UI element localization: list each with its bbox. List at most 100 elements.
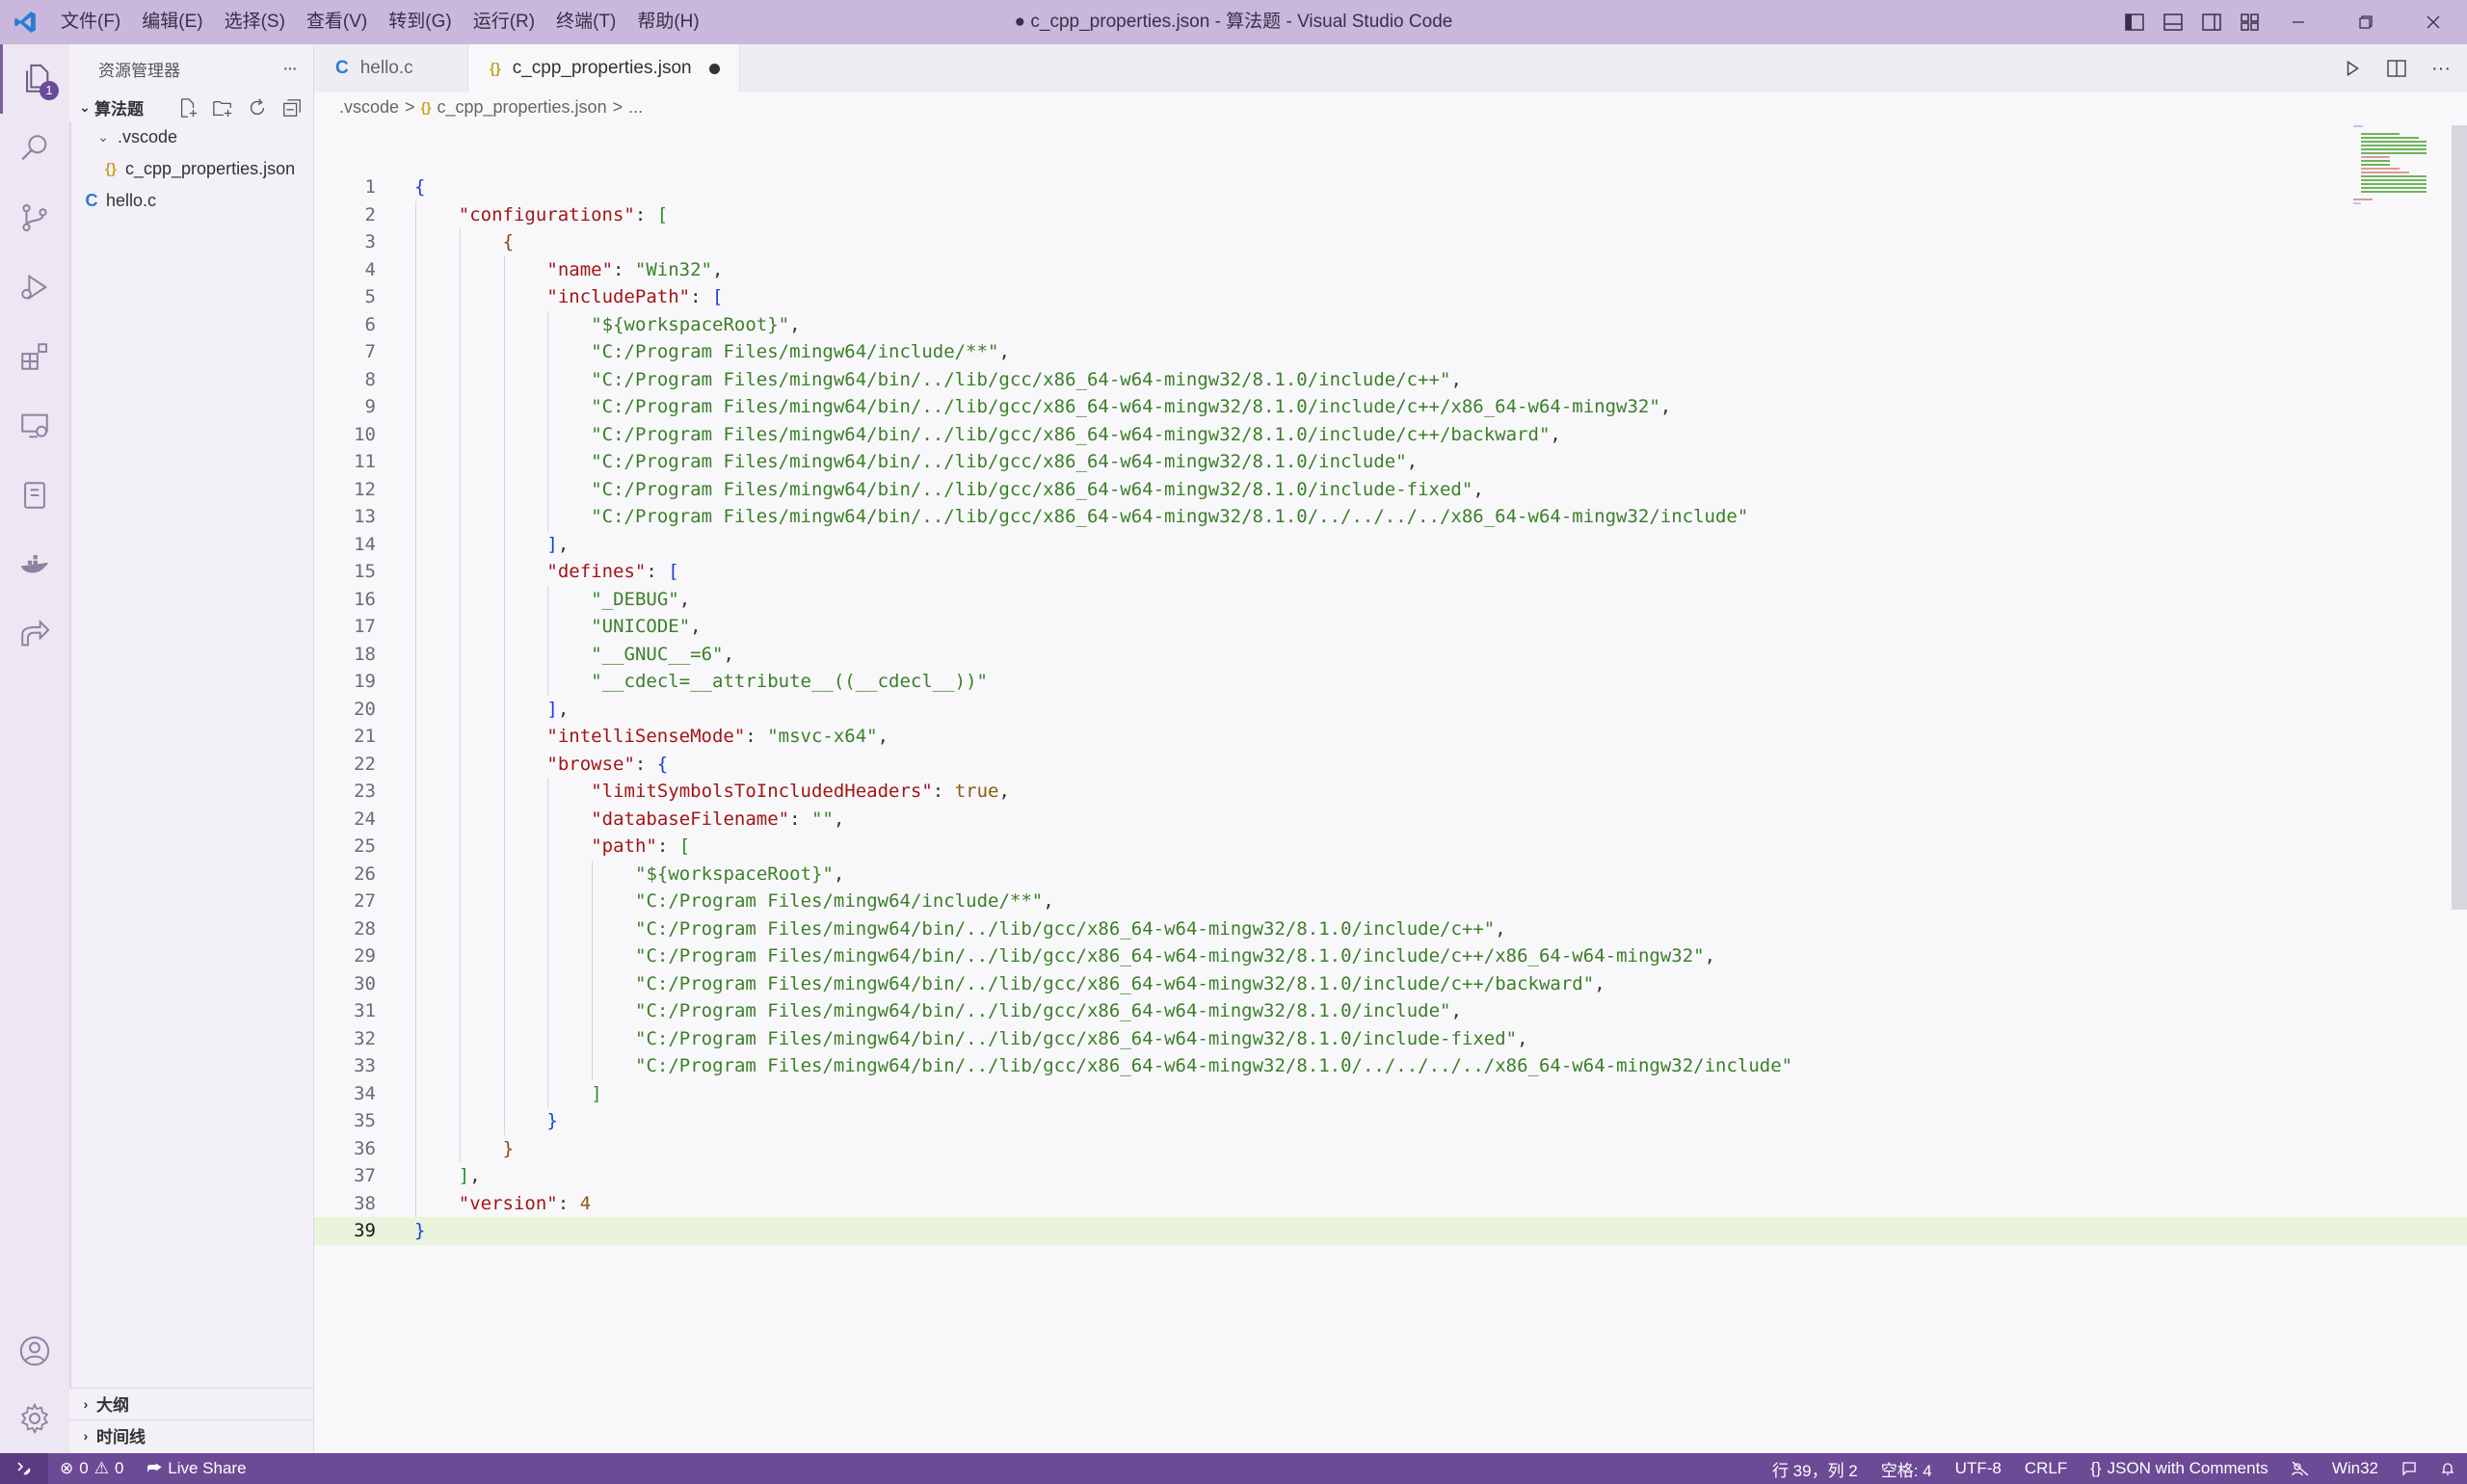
menu-file[interactable]: 文件(F) (50, 6, 131, 39)
cpp-configuration[interactable]: Win32 (2321, 1453, 2390, 1484)
code-line[interactable]: 5 "includePath": [ (314, 283, 2467, 311)
outline-section[interactable]: › 大纲 (69, 1388, 313, 1418)
code-line[interactable]: 24 "databaseFilename": "", (314, 805, 2467, 833)
code-line[interactable]: 17 "UNICODE", (314, 613, 2467, 641)
toggle-secondary-sidebar-icon[interactable] (2197, 8, 2226, 37)
no-sync-icon[interactable] (2280, 1453, 2321, 1484)
code-line[interactable]: 19 "__cdecl=__attribute__((__cdecl__))" (314, 668, 2467, 696)
code-line[interactable]: 7 "C:/Program Files/mingw64/include/**", (314, 338, 2467, 366)
code-line[interactable]: 1{ (314, 173, 2467, 201)
notifications-bell-icon[interactable] (2428, 1453, 2467, 1484)
toggle-panel-icon[interactable] (2159, 8, 2188, 37)
code-line[interactable]: 14], (314, 530, 2467, 558)
vertical-scrollbar[interactable] (2452, 125, 2467, 1453)
code-line[interactable]: 30 "C:/Program Files/mingw64/bin/../lib/g… (314, 969, 2467, 997)
tab-c-cpp-properties[interactable]: {} c_cpp_properties.json (468, 44, 740, 93)
code-line[interactable]: 25 "path": [ (314, 833, 2467, 861)
problems-indicator[interactable]: ⊗ 0 ⚠ 0 (48, 1453, 135, 1484)
code-line[interactable]: 12 "C:/Program Files/mingw64/bin/../lib/g… (314, 475, 2467, 503)
collapse-all-icon[interactable] (279, 95, 305, 120)
more-actions-icon[interactable]: ··· (2427, 54, 2455, 83)
menu-terminal[interactable]: 终端(T) (545, 6, 626, 39)
menu-run[interactable]: 运行(R) (463, 6, 545, 39)
language-mode[interactable]: {} JSON with Comments (2079, 1453, 2280, 1484)
code-line[interactable]: 27 "C:/Program Files/mingw64/include/**", (314, 888, 2467, 915)
tab-hello-c[interactable]: C hello.c (314, 44, 468, 93)
settings-gear-icon[interactable] (0, 1384, 69, 1453)
code-line[interactable]: 29 "C:/Program Files/mingw64/bin/../lib/g… (314, 942, 2467, 970)
breadcrumb-symbols[interactable]: ... (628, 97, 643, 118)
menu-view[interactable]: 查看(V) (296, 6, 378, 39)
code-line[interactable]: 3{ (314, 228, 2467, 256)
refresh-icon[interactable] (244, 95, 271, 120)
code-line[interactable]: 4 "name": "Win32", (314, 255, 2467, 283)
code-line[interactable]: 38 "version": 4 (314, 1189, 2467, 1217)
code-line[interactable]: 26 "${workspaceRoot}", (314, 860, 2467, 888)
live-share-icon[interactable] (0, 599, 69, 669)
cursor-position[interactable]: 行 39，列 2 (1761, 1453, 1870, 1484)
code-line[interactable]: 39} (314, 1217, 2467, 1245)
menu-help[interactable]: 帮助(H) (626, 6, 709, 39)
code-line[interactable]: 15 "defines": [ (314, 558, 2467, 586)
accounts-icon[interactable] (0, 1316, 69, 1386)
code-line[interactable]: 8 "C:/Program Files/mingw64/bin/../lib/gc… (314, 365, 2467, 393)
code-line[interactable]: 21 "intelliSenseMode": "msvc-x64", (314, 723, 2467, 751)
source-control-icon[interactable] (0, 183, 69, 252)
code-line[interactable]: 36} (314, 1134, 2467, 1162)
run-icon[interactable] (2338, 54, 2367, 83)
code-line[interactable]: 34] (314, 1079, 2467, 1107)
code-line[interactable]: 9 "C:/Program Files/mingw64/bin/../lib/gc… (314, 393, 2467, 421)
feedback-icon[interactable] (2390, 1453, 2428, 1484)
toggle-primary-sidebar-icon[interactable] (2120, 8, 2149, 37)
breadcrumb-file[interactable]: c_cpp_properties.json (437, 97, 606, 118)
timeline-section[interactable]: › 时间线 (69, 1419, 313, 1450)
more-actions-icon[interactable]: ··· (282, 58, 298, 80)
new-folder-icon[interactable] (209, 95, 236, 120)
menu-selection[interactable]: 选择(S) (214, 6, 296, 39)
code-line[interactable]: 37], (314, 1162, 2467, 1190)
minimap[interactable] (2348, 125, 2454, 231)
search-icon[interactable] (0, 114, 69, 183)
extensions-icon[interactable] (0, 322, 69, 391)
tree-item-c-cpp-properties[interactable]: {} c_cpp_properties.json (71, 153, 313, 185)
code-line[interactable]: 20], (314, 695, 2467, 723)
menu-edit[interactable]: 编辑(E) (131, 6, 213, 39)
code-line[interactable]: 28 "C:/Program Files/mingw64/bin/../lib/g… (314, 914, 2467, 942)
split-editor-icon[interactable] (2382, 54, 2411, 83)
live-share-status[interactable]: ⮫ Live Share (135, 1453, 257, 1484)
remote-indicator-icon[interactable] (0, 1453, 48, 1484)
code-line[interactable]: 23 "limitSymbolsToIncludedHeaders": true, (314, 778, 2467, 806)
code-line[interactable]: 11 "C:/Program Files/mingw64/bin/../lib/g… (314, 448, 2467, 476)
code-line[interactable]: 16 "_DEBUG", (314, 585, 2467, 613)
close-icon[interactable] (2400, 0, 2467, 44)
indentation[interactable]: 空格: 4 (1870, 1453, 1944, 1484)
code-line[interactable]: 33 "C:/Program Files/mingw64/bin/../lib/g… (314, 1052, 2467, 1080)
code-editor[interactable]: 1{2 "configurations": [3{4 "name": "Win32"… (314, 173, 2467, 1245)
code-line[interactable]: 10 "C:/Program Files/mingw64/bin/../lib/g… (314, 420, 2467, 448)
code-line[interactable]: 6 "${workspaceRoot}", (314, 310, 2467, 338)
code-line[interactable]: 35} (314, 1107, 2467, 1135)
restore-icon[interactable] (2332, 0, 2400, 44)
docker-icon[interactable] (0, 530, 69, 599)
explorer-icon[interactable]: 1 (0, 44, 69, 114)
end-of-line[interactable]: CRLF (2013, 1453, 2079, 1484)
unsaved-dot-icon[interactable] (708, 63, 720, 74)
new-file-icon[interactable] (174, 95, 201, 120)
code-line[interactable]: 18 "__GNUC__=6", (314, 640, 2467, 668)
code-line[interactable]: 22 "browse": { (314, 750, 2467, 778)
minimize-icon[interactable] (2265, 0, 2332, 44)
run-debug-icon[interactable] (0, 252, 69, 322)
workspace-folder-header[interactable]: ⌄ 算法题 (69, 93, 313, 121)
breadcrumb-folder[interactable]: .vscode (339, 97, 399, 118)
tree-item-vscode-folder[interactable]: ⌄ .vscode (71, 121, 313, 153)
code-line[interactable]: 31 "C:/Program Files/mingw64/bin/../lib/g… (314, 997, 2467, 1025)
code-line[interactable]: 32 "C:/Program Files/mingw64/bin/../lib/g… (314, 1024, 2467, 1052)
notebook-icon[interactable] (0, 461, 69, 530)
code-line[interactable]: 13 "C:/Program Files/mingw64/bin/../lib/g… (314, 503, 2467, 531)
remote-explorer-icon[interactable] (0, 391, 69, 461)
menu-go[interactable]: 转到(G) (378, 6, 462, 39)
customize-layout-icon[interactable] (2236, 8, 2265, 37)
code-line[interactable]: 2 "configurations": [ (314, 200, 2467, 228)
tree-item-hello-c[interactable]: C hello.c (71, 185, 313, 217)
encoding[interactable]: UTF-8 (1944, 1453, 2013, 1484)
